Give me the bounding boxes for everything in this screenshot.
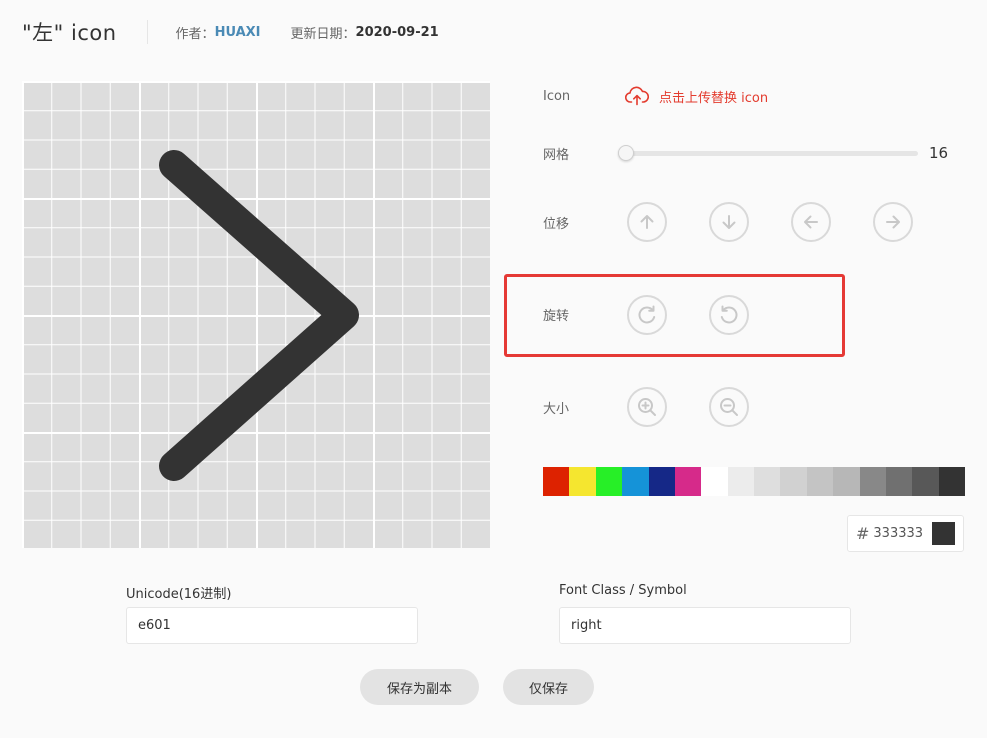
grid-slider-thumb[interactable] [618,145,634,161]
move-down-button[interactable] [709,202,749,242]
font-class-label: Font Class / Symbol [559,583,687,598]
move-up-button[interactable] [627,202,667,242]
color-swatch[interactable] [780,467,807,496]
author-label: 作者： [175,26,215,42]
color-swatch[interactable] [543,467,570,496]
size-row-label: 大小 [543,402,570,417]
zoom-out-button[interactable] [709,387,749,427]
rotate-highlight-box [504,274,845,357]
upload-label: 点击上传替换 icon [659,90,769,106]
color-swatch[interactable] [859,467,886,496]
color-swatch[interactable] [938,467,965,496]
color-swatch[interactable] [674,467,702,496]
move-right-button[interactable] [873,202,913,242]
grid-slider-track[interactable] [626,151,918,156]
zoom-in-button[interactable] [627,387,667,427]
chevron-right-icon [159,150,359,481]
color-swatch[interactable] [569,467,596,496]
update-date: 2020-09-21 [355,24,439,40]
icon-row-label: Icon [543,89,571,104]
unicode-input[interactable] [126,607,418,644]
cloud-upload-icon [625,86,649,106]
color-swatch[interactable] [754,467,781,496]
arrow-right-icon [886,215,900,229]
color-hex-input[interactable]: # 333333 [847,515,964,552]
page-header: "左" icon 作者： HUAXI 更新日期： 2020-09-21 [22,14,439,50]
color-swatch[interactable] [622,467,649,496]
icon-canvas[interactable] [22,81,490,548]
color-swatch[interactable] [701,467,728,496]
hash-symbol: # [856,524,870,543]
grid-slider-value: 16 [929,144,949,162]
unicode-label: Unicode(16进制) [126,587,232,602]
hex-value[interactable]: 333333 [873,526,923,541]
save-only-button[interactable]: 仅保存 [503,669,594,705]
arrow-down-icon [722,215,736,229]
color-palette [543,467,965,496]
font-class-input[interactable] [559,607,851,644]
author-name[interactable]: HUAXI [215,25,261,40]
color-swatch[interactable] [727,467,754,496]
color-swatch[interactable] [912,467,939,496]
color-swatch[interactable] [885,467,913,496]
color-swatch[interactable] [806,467,834,496]
meta-info: 作者： HUAXI 更新日期： 2020-09-21 [176,23,439,42]
arrow-left-icon [804,215,818,229]
upload-icon-button[interactable]: 点击上传替换 icon [625,86,768,106]
color-swatch[interactable] [648,467,675,496]
page-title: "左" icon [22,21,117,45]
color-preview-swatch[interactable] [932,522,955,545]
save-as-copy-button[interactable]: 保存为副本 [360,669,479,705]
zoom-out-icon [720,398,738,416]
move-row-label: 位移 [543,217,570,232]
color-swatch[interactable] [595,467,623,496]
date-label: 更新日期： [290,26,356,42]
move-left-button[interactable] [791,202,831,242]
arrow-up-icon [640,215,654,229]
grid-row-label: 网格 [543,148,570,163]
color-swatch[interactable] [833,467,860,496]
header-divider [146,20,148,44]
zoom-in-icon [638,398,656,416]
